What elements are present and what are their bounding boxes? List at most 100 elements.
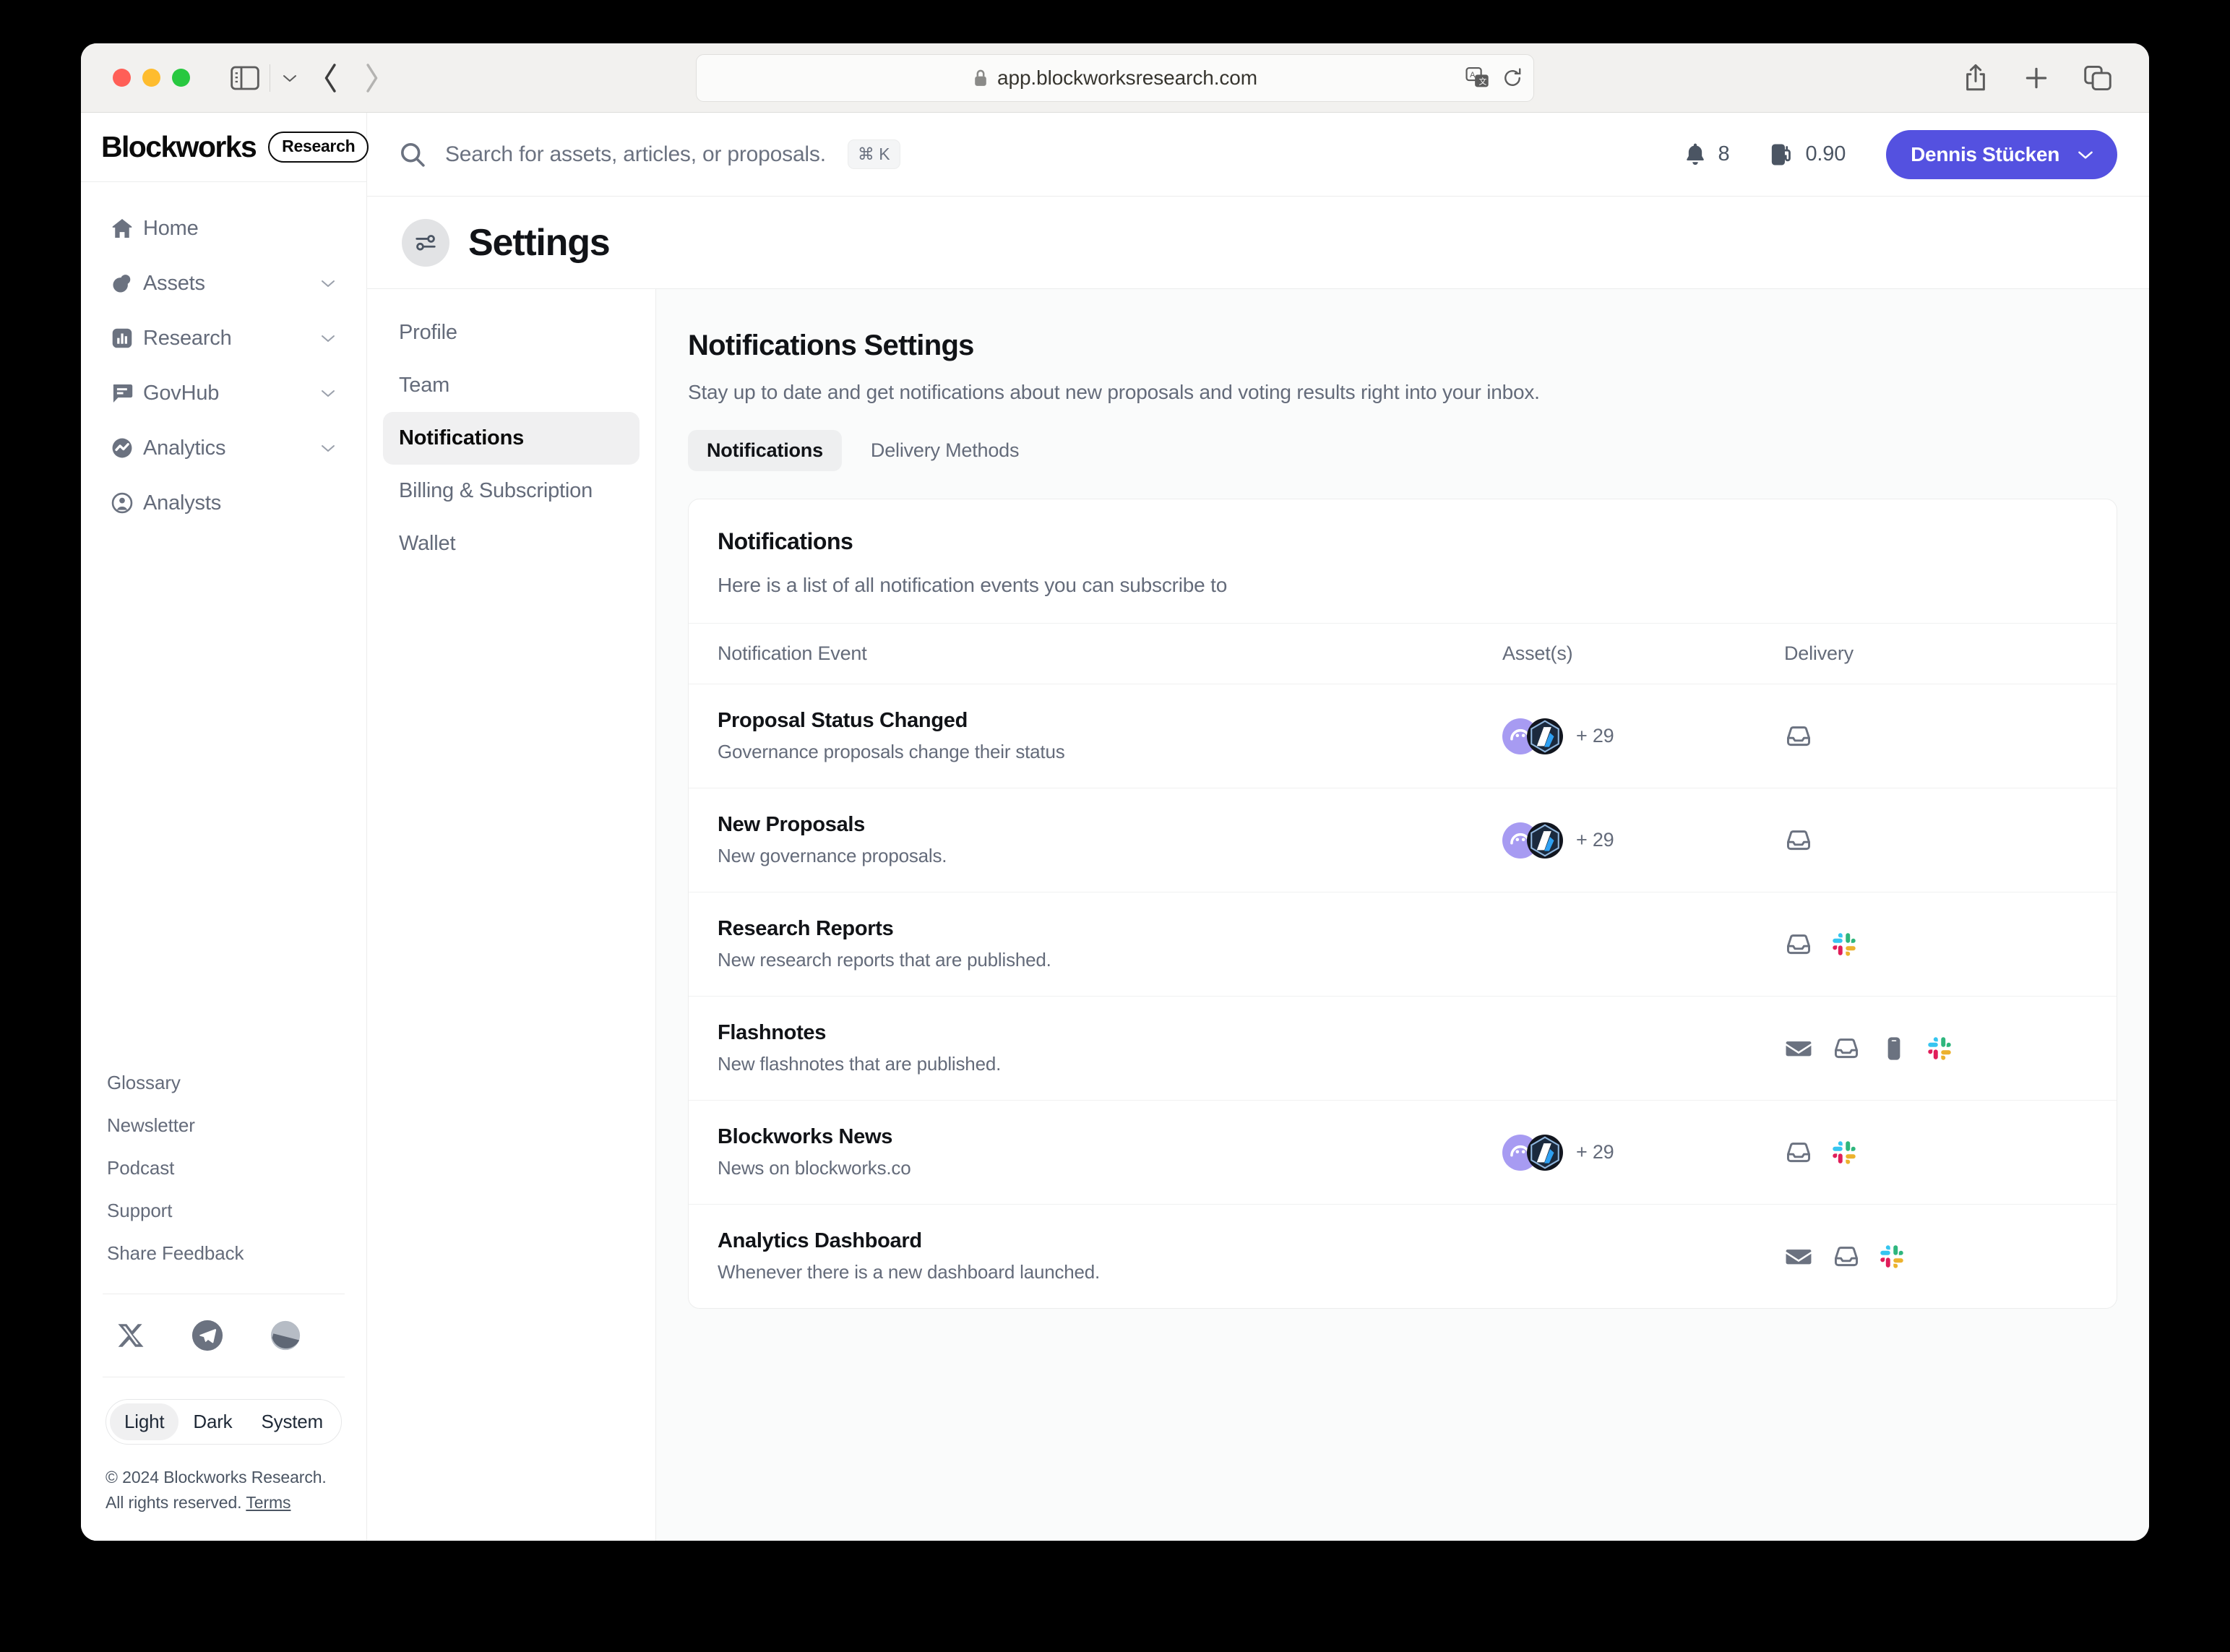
translate-icon[interactable]: A 文 xyxy=(1465,66,1490,90)
sidebar-item-home[interactable]: Home xyxy=(100,201,348,256)
close-window-button[interactable] xyxy=(113,69,131,87)
x-icon[interactable] xyxy=(116,1320,146,1351)
table-row[interactable]: Analytics Dashboard Whenever there is a … xyxy=(689,1205,2117,1308)
bell-icon xyxy=(1683,142,1708,168)
inbox-icon[interactable] xyxy=(1784,722,1813,751)
tab-delivery-methods[interactable]: Delivery Methods xyxy=(852,430,1038,471)
row-assets-cell[interactable]: + 29 xyxy=(1502,1134,1784,1171)
telegram-icon[interactable] xyxy=(191,1319,224,1352)
row-description: Governance proposals change their status xyxy=(718,741,1065,762)
gas-price-value: 0.90 xyxy=(1805,142,1846,165)
sidebar-item-label: Research xyxy=(143,326,232,350)
social-links xyxy=(81,1294,366,1377)
mirror-icon[interactable] xyxy=(269,1319,302,1352)
brand-logo[interactable]: Blockworks Research xyxy=(81,113,369,182)
inbox-icon[interactable] xyxy=(1832,1242,1861,1271)
email-icon[interactable] xyxy=(1784,1034,1813,1063)
sidebar-item-research[interactable]: Research xyxy=(100,311,348,366)
theme-option-light[interactable]: Light xyxy=(110,1403,179,1440)
column-header-assets: Asset(s) xyxy=(1502,642,1573,664)
row-event-cell: Flashnotes New flashnotes that are publi… xyxy=(718,1021,1502,1075)
assets-overflow-count: + 29 xyxy=(1576,829,1614,851)
settings-nav-profile[interactable]: Profile xyxy=(383,306,640,359)
slack-icon[interactable] xyxy=(1832,932,1856,957)
brand-wordmark: Blockworks xyxy=(101,130,257,163)
row-title: Flashnotes xyxy=(718,1021,827,1044)
row-assets-cell[interactable]: + 29 xyxy=(1502,718,1784,754)
sidebar-link-newsletter[interactable]: Newsletter xyxy=(107,1104,348,1147)
search-input[interactable]: Search for assets, articles, or proposal… xyxy=(445,142,826,167)
global-search[interactable]: Search for assets, articles, or proposal… xyxy=(399,139,1683,169)
row-assets-cell[interactable]: + 29 xyxy=(1502,822,1784,859)
maximize-window-button[interactable] xyxy=(172,69,190,87)
mobile-icon[interactable] xyxy=(1880,1034,1908,1063)
row-delivery-cell[interactable] xyxy=(1784,930,2088,959)
chevron-down-icon[interactable] xyxy=(319,278,337,289)
sidebar-item-assets[interactable]: Assets xyxy=(100,256,348,311)
inbox-icon[interactable] xyxy=(1784,1138,1813,1167)
inbox-icon[interactable] xyxy=(1784,826,1813,855)
browser-back-button[interactable] xyxy=(321,61,341,95)
email-icon[interactable] xyxy=(1784,1242,1813,1271)
settings-nav-team[interactable]: Team xyxy=(383,359,640,412)
theme-toggle-group: Light Dark System xyxy=(81,1377,366,1445)
row-title: Proposal Status Changed xyxy=(718,709,968,732)
column-header-notification-event: Notification Event xyxy=(718,642,867,664)
table-row[interactable]: Proposal Status Changed Governance propo… xyxy=(689,684,2117,788)
main-column: Search for assets, articles, or proposal… xyxy=(367,113,2149,1541)
assets-icon xyxy=(110,271,143,296)
sidebar-item-govhub[interactable]: GovHub xyxy=(100,366,348,421)
share-icon[interactable] xyxy=(1963,63,1989,93)
window-traffic-lights xyxy=(113,69,190,87)
user-menu-button[interactable]: Dennis Stücken xyxy=(1886,129,2117,179)
sidebar-toggle-icon[interactable] xyxy=(231,66,259,90)
slack-icon[interactable] xyxy=(1880,1244,1904,1269)
slack-icon[interactable] xyxy=(1927,1036,1952,1061)
theme-option-system[interactable]: System xyxy=(247,1403,337,1440)
settings-nav-billing-subscription[interactable]: Billing & Subscription xyxy=(383,465,640,517)
sliders-icon xyxy=(402,218,449,267)
sidebar-link-share-feedback[interactable]: Share Feedback xyxy=(107,1232,348,1275)
row-delivery-cell[interactable] xyxy=(1784,1034,2088,1063)
row-delivery-cell[interactable] xyxy=(1784,722,2088,751)
copyright-rights-text: All rights reserved. xyxy=(106,1493,246,1513)
table-row[interactable]: Flashnotes New flashnotes that are publi… xyxy=(689,997,2117,1101)
gas-price-indicator[interactable]: 0.90 xyxy=(1770,142,1846,168)
terms-link[interactable]: Terms xyxy=(246,1493,290,1512)
app-root: Blockworks Research Home Assets Research… xyxy=(81,113,2149,1541)
tab-notifications[interactable]: Notifications xyxy=(688,430,842,471)
table-row[interactable]: New Proposals New governance proposals. xyxy=(689,788,2117,892)
inbox-icon[interactable] xyxy=(1784,930,1813,959)
tab-overview-icon[interactable] xyxy=(2084,65,2111,91)
address-bar[interactable]: app.blockworksresearch.com A 文 xyxy=(696,53,1534,102)
sidebar-link-support[interactable]: Support xyxy=(107,1189,348,1232)
browser-forward-button[interactable] xyxy=(361,61,382,95)
table-row[interactable]: Research Reports New research reports th… xyxy=(689,892,2117,997)
minimize-window-button[interactable] xyxy=(142,69,160,87)
chevron-down-icon[interactable] xyxy=(319,332,337,344)
row-delivery-cell[interactable] xyxy=(1784,826,2088,855)
sidebar-options-chevron-down-icon[interactable] xyxy=(280,72,299,84)
theme-option-dark[interactable]: Dark xyxy=(178,1403,246,1440)
new-tab-plus-icon[interactable] xyxy=(2023,65,2049,91)
row-delivery-cell[interactable] xyxy=(1784,1242,2088,1271)
chevron-down-icon[interactable] xyxy=(319,387,337,399)
column-header-delivery: Delivery xyxy=(1784,642,1854,664)
app-header: Search for assets, articles, or proposal… xyxy=(367,113,2149,197)
search-icon xyxy=(399,141,426,168)
analysts-icon xyxy=(110,491,143,515)
row-delivery-cell[interactable] xyxy=(1784,1138,2088,1167)
settings-nav-wallet[interactable]: Wallet xyxy=(383,517,640,570)
reload-icon[interactable] xyxy=(1502,66,1523,90)
notifications-indicator[interactable]: 8 xyxy=(1683,142,1730,168)
slack-icon[interactable] xyxy=(1832,1140,1856,1165)
sidebar-item-analysts[interactable]: Analysts xyxy=(100,476,348,530)
sidebar-link-podcast[interactable]: Podcast xyxy=(107,1147,348,1189)
svg-text:A: A xyxy=(1470,70,1476,79)
chevron-down-icon[interactable] xyxy=(319,442,337,454)
sidebar-item-analytics[interactable]: Analytics xyxy=(100,421,348,476)
table-row[interactable]: Blockworks News News on blockworks.co + … xyxy=(689,1101,2117,1205)
settings-nav-notifications[interactable]: Notifications xyxy=(383,412,640,465)
sidebar-link-glossary[interactable]: Glossary xyxy=(107,1062,348,1104)
inbox-icon[interactable] xyxy=(1832,1034,1861,1063)
